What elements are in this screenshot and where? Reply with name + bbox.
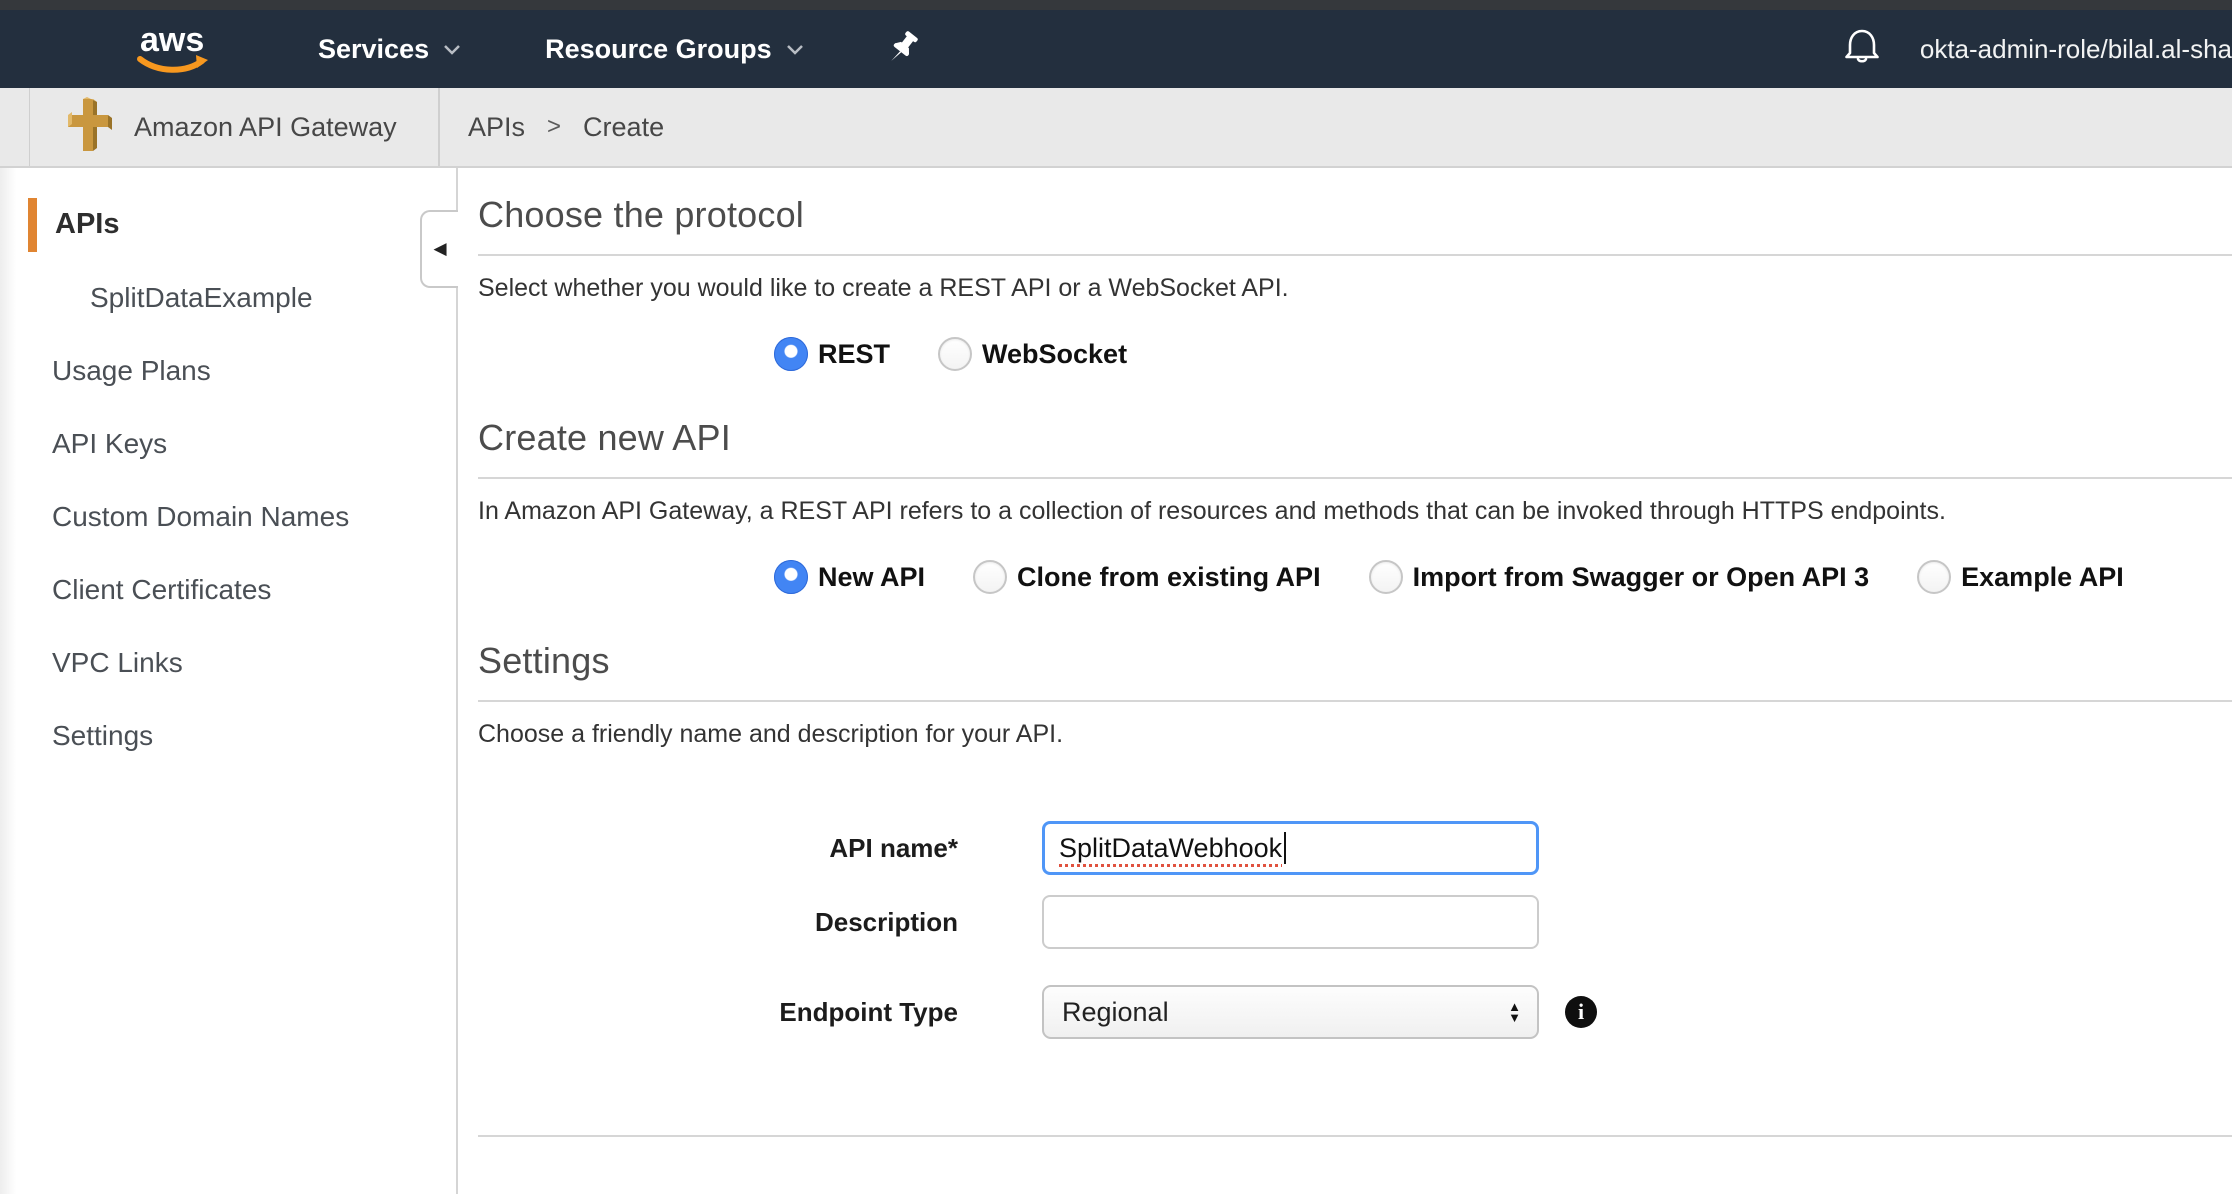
description-row: Description — [478, 895, 2232, 949]
endpoint-type-row: Endpoint Type Regional ▲▼ i — [478, 985, 2232, 1039]
section-title: Settings — [478, 640, 2232, 682]
section-description: Select whether you would like to create … — [478, 274, 2232, 303]
sidebar-item-label: SplitDataExample — [90, 282, 313, 314]
sidebar-item-vpc-links[interactable]: VPC Links — [0, 626, 456, 699]
sidebar: APIs SplitDataExample Usage Plans API Ke… — [0, 168, 458, 1194]
radio-selected-icon — [774, 337, 808, 371]
create-new-api-radio[interactable]: New API — [774, 560, 925, 594]
endpoint-type-label: Endpoint Type — [478, 997, 958, 1028]
browser-top-strip — [0, 0, 2232, 10]
api-name-label: API name* — [478, 833, 958, 864]
sidebar-collapse-button[interactable]: ◀ — [420, 210, 458, 288]
pushpin-icon[interactable] — [888, 30, 922, 68]
breadcrumb-separator: > — [547, 113, 561, 141]
protocol-rest-radio[interactable]: REST — [774, 337, 890, 371]
description-label: Description — [478, 907, 958, 938]
section-divider — [478, 254, 2232, 256]
endpoint-type-value: Regional — [1062, 997, 1508, 1028]
chevron-down-icon — [443, 44, 461, 55]
aws-logo-icon[interactable]: aws — [128, 19, 214, 80]
breadcrumb: APIs > Create — [468, 88, 664, 166]
section-bottom-divider — [478, 1135, 2232, 1137]
section-title: Choose the protocol — [478, 194, 2232, 236]
sidebar-item-label: Usage Plans — [52, 355, 211, 387]
section-divider — [478, 700, 2232, 702]
info-icon[interactable]: i — [1565, 996, 1597, 1028]
sidebar-item-label: Custom Domain Names — [52, 501, 349, 533]
section-divider — [478, 477, 2232, 479]
radio-unselected-icon — [938, 337, 972, 371]
create-new-api-section: Create new API In Amazon API Gateway, a … — [478, 417, 2232, 594]
breadcrumb-create-current: Create — [583, 112, 664, 143]
nav-services-label: Services — [318, 34, 429, 65]
sidebar-item-label: VPC Links — [52, 647, 183, 679]
breadcrumb-bar: Amazon API Gateway APIs > Create — [0, 88, 2232, 168]
choose-protocol-section: Choose the protocol Select whether you w… — [478, 194, 2232, 371]
nav-resource-groups-label: Resource Groups — [545, 34, 772, 65]
protocol-websocket-radio[interactable]: WebSocket — [938, 337, 1127, 371]
radio-selected-icon — [774, 560, 808, 594]
nav-resource-groups-menu[interactable]: Resource Groups — [545, 34, 804, 65]
description-input[interactable] — [1042, 895, 1539, 949]
breadcrumb-apis-link[interactable]: APIs — [468, 112, 525, 143]
service-home-link[interactable]: Amazon API Gateway — [30, 88, 440, 166]
sidebar-item-label: Settings — [52, 720, 153, 752]
api-name-value: SplitDataWebhook — [1059, 833, 1282, 864]
sidebar-item-apis[interactable]: APIs — [0, 188, 456, 261]
create-example-api-radio[interactable]: Example API — [1917, 560, 2124, 594]
radio-unselected-icon — [1369, 560, 1403, 594]
select-stepper-icon: ▲▼ — [1508, 1001, 1521, 1023]
main-panel: Choose the protocol Select whether you w… — [458, 168, 2232, 1194]
sidebar-item-usage-plans[interactable]: Usage Plans — [0, 334, 456, 407]
breadcrumb-left-segment — [0, 88, 30, 166]
sidebar-item-label: API Keys — [52, 428, 167, 460]
api-name-row: API name* SplitDataWebhook — [478, 821, 2232, 875]
notifications-bell-icon[interactable] — [1842, 26, 1882, 73]
section-title: Create new API — [478, 417, 2232, 459]
create-clone-radio[interactable]: Clone from existing API — [973, 560, 1321, 594]
api-name-input[interactable]: SplitDataWebhook — [1042, 821, 1539, 875]
sidebar-item-settings[interactable]: Settings — [0, 699, 456, 772]
account-role-label[interactable]: okta-admin-role/bilal.al-sha — [1920, 34, 2232, 65]
svg-text:aws: aws — [140, 21, 204, 59]
settings-section: Settings Choose a friendly name and desc… — [478, 640, 2232, 1137]
nav-services-menu[interactable]: Services — [318, 34, 461, 65]
radio-unselected-icon — [973, 560, 1007, 594]
service-name-label: Amazon API Gateway — [134, 112, 397, 143]
text-cursor — [1284, 832, 1286, 864]
aws-navbar: aws Services Resource Groups — [0, 10, 2232, 88]
section-description: In Amazon API Gateway, a REST API refers… — [478, 497, 2232, 526]
sidebar-item-client-certificates[interactable]: Client Certificates — [0, 553, 456, 626]
sidebar-item-custom-domain-names[interactable]: Custom Domain Names — [0, 480, 456, 553]
endpoint-type-select[interactable]: Regional ▲▼ — [1042, 985, 1539, 1039]
sidebar-item-splitdataexample[interactable]: SplitDataExample — [0, 261, 456, 334]
api-gateway-icon — [64, 97, 112, 158]
sidebar-item-label: Client Certificates — [52, 574, 271, 606]
radio-unselected-icon — [1917, 560, 1951, 594]
section-description: Choose a friendly name and description f… — [478, 720, 2232, 749]
sidebar-item-api-keys[interactable]: API Keys — [0, 407, 456, 480]
collapse-arrow-icon: ◀ — [433, 239, 446, 259]
chevron-down-icon — [786, 44, 804, 55]
sidebar-item-label: APIs — [55, 208, 119, 241]
create-import-swagger-radio[interactable]: Import from Swagger or Open API 3 — [1369, 560, 1870, 594]
